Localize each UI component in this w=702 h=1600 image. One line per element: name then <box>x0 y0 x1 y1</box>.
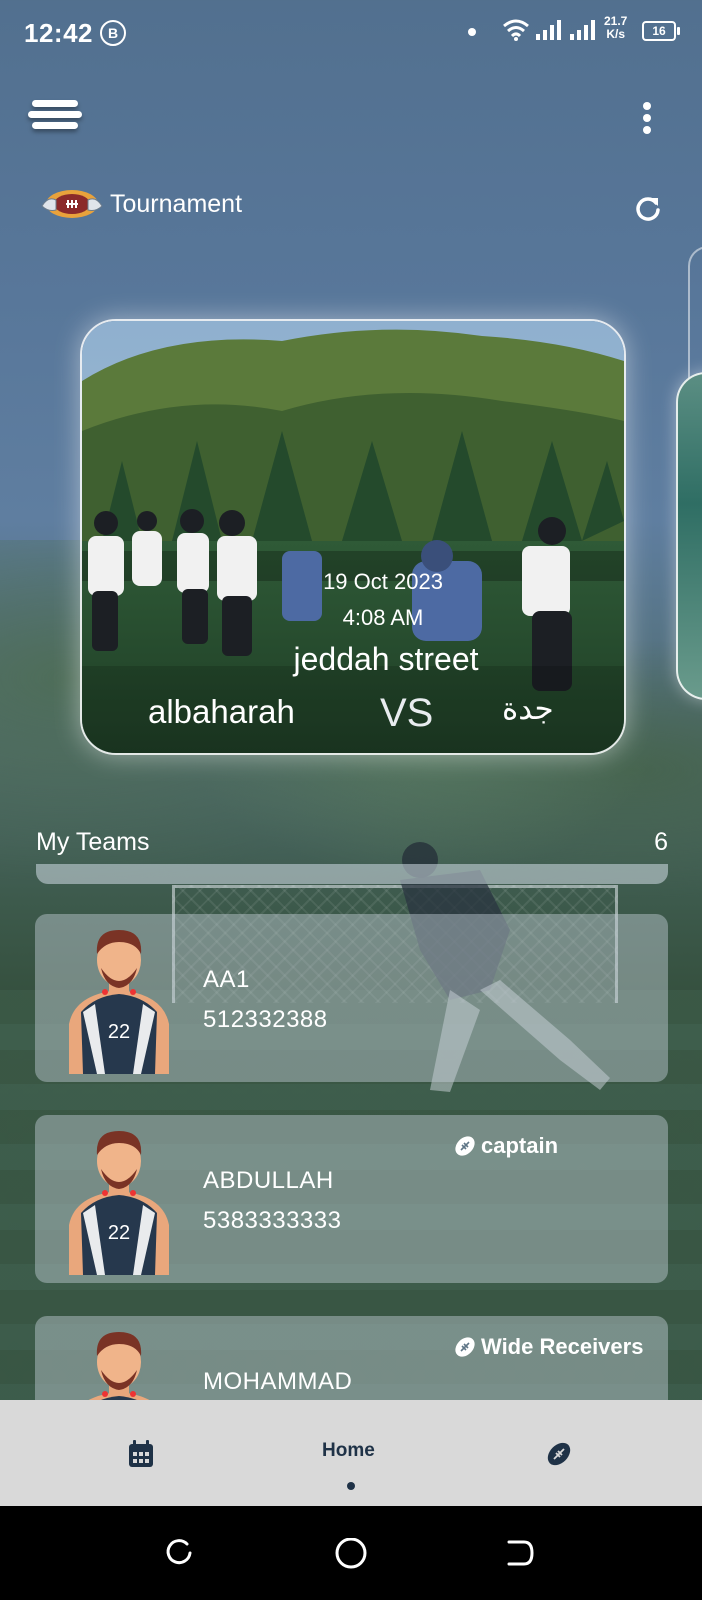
status-time: 12:42 <box>24 18 93 48</box>
notification-dot-icon <box>468 28 476 36</box>
player-name: MOHAMMAD <box>203 1368 353 1395</box>
event-home-team: albaharah <box>148 693 295 730</box>
recent-apps-icon[interactable] <box>163 1538 195 1568</box>
football-icon <box>455 1337 475 1357</box>
football-icon[interactable] <box>545 1440 573 1468</box>
signal-icon-1 <box>536 20 561 40</box>
event-time: 4:08 AM <box>342 605 424 630</box>
status-bar: 12:42 B 21.7 K/s 16 <box>0 0 702 66</box>
event-date: 19 Oct 2023 <box>323 569 443 594</box>
player-name: AA1 <box>203 966 250 993</box>
player-card[interactable]: 22 AA1 512332388 <box>35 914 668 1082</box>
tournament-title: Tournament <box>110 189 243 218</box>
player-name: ABDULLAH <box>203 1167 334 1194</box>
active-tab-indicator <box>347 1482 355 1490</box>
more-dot-icon <box>643 102 651 110</box>
notification-badge-icon: B <box>100 20 126 46</box>
player-role-badge: Wide Receivers <box>453 1334 643 1360</box>
player-avatar-icon: 22 <box>69 930 169 1074</box>
signal-icon-2 <box>570 20 595 40</box>
next-event-card[interactable] <box>676 372 702 700</box>
my-teams-title: My Teams <box>36 828 150 856</box>
battery-icon: 16 <box>642 21 680 41</box>
player-role-label: Wide Receivers <box>481 1334 644 1359</box>
jersey-number: 22 <box>108 1021 130 1043</box>
more-dot-icon <box>643 126 651 134</box>
player-phone: 512332388 <box>203 1006 328 1033</box>
wifi-icon <box>503 19 529 41</box>
player-card[interactable]: 22 ABDULLAH 5383333333 captain <box>35 1115 668 1283</box>
network-speed: 21.7 K/s <box>604 15 627 41</box>
more-options-button[interactable] <box>640 100 654 136</box>
my-teams-count: 6 <box>654 828 668 856</box>
jersey-number: 22 <box>108 1222 130 1244</box>
more-dot-icon <box>643 114 651 122</box>
bottom-navigation: Home <box>0 1400 702 1506</box>
nav-home-tab[interactable]: Home <box>322 1440 375 1462</box>
network-speed-unit: K/s <box>606 27 626 41</box>
system-navigation-bar <box>0 1506 702 1600</box>
player-avatar-icon: 22 <box>69 1131 169 1275</box>
tournament-logo-icon <box>41 190 103 218</box>
player-phone: 5383333333 <box>203 1207 342 1234</box>
menu-button[interactable] <box>28 98 82 132</box>
tournament-header: Tournament <box>38 184 242 224</box>
event-vs-label: VS <box>380 691 434 735</box>
refresh-icon[interactable] <box>634 194 662 222</box>
player-role-label: captain <box>481 1133 559 1158</box>
home-circle-icon[interactable] <box>334 1538 368 1572</box>
menu-line-icon <box>32 100 78 107</box>
event-venue: jeddah street <box>293 641 479 677</box>
player-role-badge: captain <box>453 1133 558 1159</box>
event-card[interactable]: 19 Oct 2023 4:08 AM jeddah street albaha… <box>80 319 626 755</box>
my-teams-divider <box>36 864 668 884</box>
my-teams-header: My Teams 6 <box>36 828 668 868</box>
event-photo <box>82 321 624 753</box>
calendar-icon[interactable] <box>128 1440 154 1468</box>
event-away-team: جدة <box>502 691 554 726</box>
next-event-card-edge <box>688 246 702 378</box>
menu-line-icon <box>32 122 78 129</box>
football-icon <box>455 1136 475 1156</box>
back-icon[interactable] <box>506 1538 534 1568</box>
menu-line-icon <box>28 111 82 118</box>
